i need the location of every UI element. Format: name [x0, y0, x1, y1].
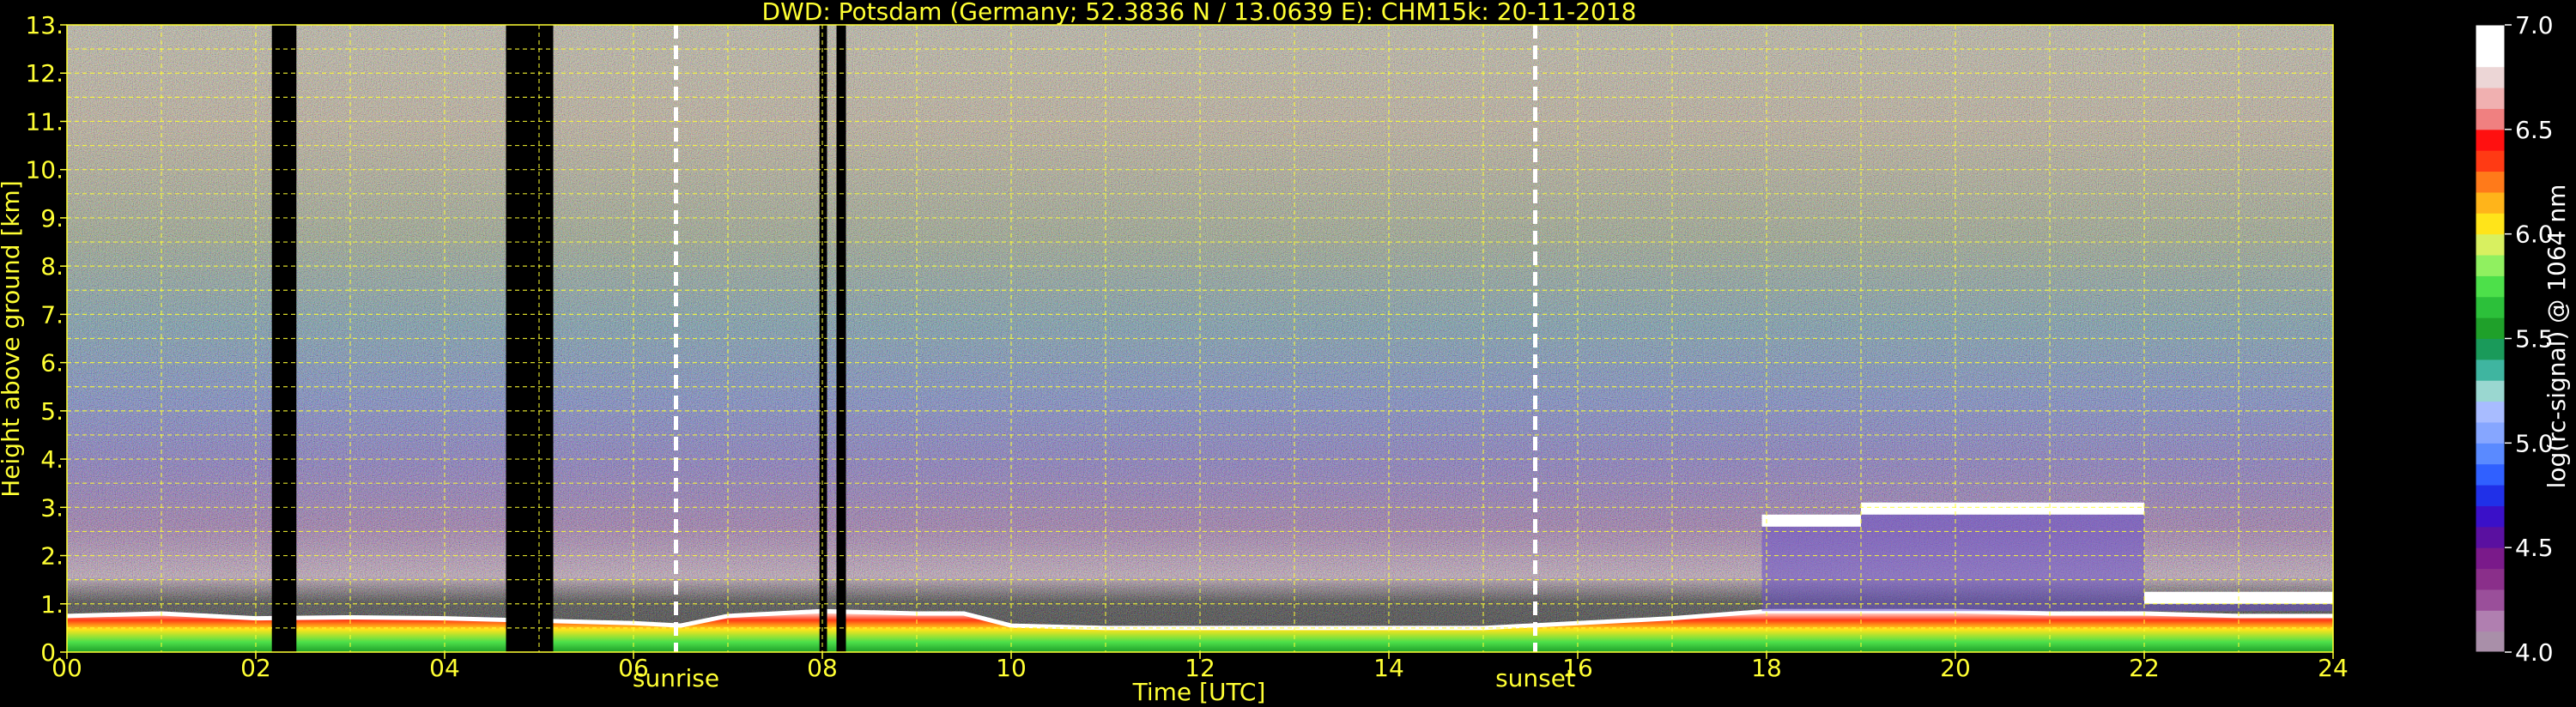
y-tick-label: 9.: [40, 204, 64, 233]
cloud-layer: [1861, 502, 2144, 515]
sun-event-labels: sunrise sunset: [633, 664, 1575, 692]
colorbar-segment: [2476, 317, 2505, 339]
colorbar-segment: [2476, 171, 2505, 193]
cloud-layer: [1761, 514, 1861, 527]
x-tick-label: 14: [1373, 654, 1404, 682]
x-tick-label: 18: [1751, 654, 1782, 682]
y-tick-label: 12.: [25, 59, 64, 88]
y-tick-label: 7.: [40, 300, 64, 329]
colorbar-segment: [2476, 359, 2505, 381]
colorbar-segment: [2476, 526, 2505, 548]
y-tick-label: 0.: [40, 638, 64, 667]
y-tick-label: 5.: [40, 397, 64, 426]
colorbar-segment: [2476, 338, 2505, 360]
chart-title: DWD: Potsdam (Germany; 52.3836 N / 13.06…: [762, 0, 1637, 26]
y-axis-label: Height above ground [km]: [0, 180, 25, 498]
x-tick-label: 24: [2318, 654, 2349, 682]
colorbar-segment: [2476, 213, 2505, 235]
y-tick-label: 2.: [40, 542, 64, 571]
colorbar-label: log(rc-signal) @ 1064 nm: [2543, 184, 2571, 489]
colorbar-segment: [2476, 108, 2505, 130]
colorbar-segment: [2476, 568, 2505, 590]
colorbar-tick-label: 7.0: [2515, 11, 2554, 39]
x-tick-label: 02: [240, 654, 271, 682]
event-label-sunrise: sunrise: [633, 664, 719, 692]
colorbar-segment: [2476, 275, 2505, 298]
ceilometer-figure: DWD: Potsdam (Germany; 52.3836 N / 13.06…: [0, 0, 2571, 706]
cloud-virga: [1761, 526, 1861, 612]
colorbar-segment: [2476, 150, 2505, 172]
y-tick-label: 6.: [40, 349, 64, 378]
y-axis-ticks: 0. 1. 2. 3. 4. 5. 6. 7. 8. 9. 10. 11. 12. 13.: [25, 11, 67, 667]
colorbar-segment: [2476, 129, 2505, 151]
colorbar-segment: [2476, 505, 2505, 528]
event-label-sunset: sunset: [1495, 664, 1575, 692]
y-tick-label: 1.: [40, 590, 64, 619]
colorbar-segment: [2476, 589, 2505, 611]
colorbar-segment: [2476, 443, 2505, 465]
colorbar-segment: [2476, 610, 2505, 632]
x-tick-label: 04: [429, 654, 460, 682]
colorbar-segment: [2476, 380, 2505, 402]
x-tick-label: 22: [2129, 654, 2160, 682]
colorbar-segment: [2476, 66, 2505, 88]
colorbar-segment: [2476, 255, 2505, 276]
x-tick-label: 20: [1940, 654, 1971, 682]
colorbar-segment: [2476, 296, 2505, 318]
colorbar-tick-label: 6.5: [2515, 116, 2554, 144]
colorbar-segment: [2476, 547, 2505, 570]
plot-area: [67, 25, 2333, 652]
colorbar-tick-label: 4.0: [2515, 638, 2554, 667]
colorbar-segment: [2476, 88, 2505, 109]
colorbar-segment: [2476, 191, 2505, 214]
x-tick-label: 08: [807, 654, 838, 682]
colorbar-segment: [2476, 45, 2505, 68]
colorbar-segment: [2476, 463, 2505, 486]
colorbar: [2475, 24, 2506, 653]
y-tick-label: 13.: [25, 11, 64, 39]
y-tick-label: 3.: [40, 493, 64, 522]
colorbar-segment: [2476, 401, 2505, 423]
colorbar-segment: [2476, 631, 2505, 653]
colorbar-tick-label: 4.5: [2515, 534, 2554, 562]
colorbar-segment: [2476, 421, 2505, 444]
x-tick-label: 10: [996, 654, 1027, 682]
y-tick-label: 11.: [25, 107, 64, 136]
colorbar-segment: [2476, 485, 2505, 506]
colorbar-segment: [2476, 25, 2505, 46]
y-tick-label: 4.: [40, 445, 64, 474]
x-axis-label: Time [UTC]: [1132, 678, 1266, 706]
colorbar-segment: [2476, 233, 2505, 256]
y-tick-label: 8.: [40, 252, 64, 281]
y-tick-label: 10.: [25, 156, 64, 184]
cloud-virga: [1861, 514, 2144, 612]
